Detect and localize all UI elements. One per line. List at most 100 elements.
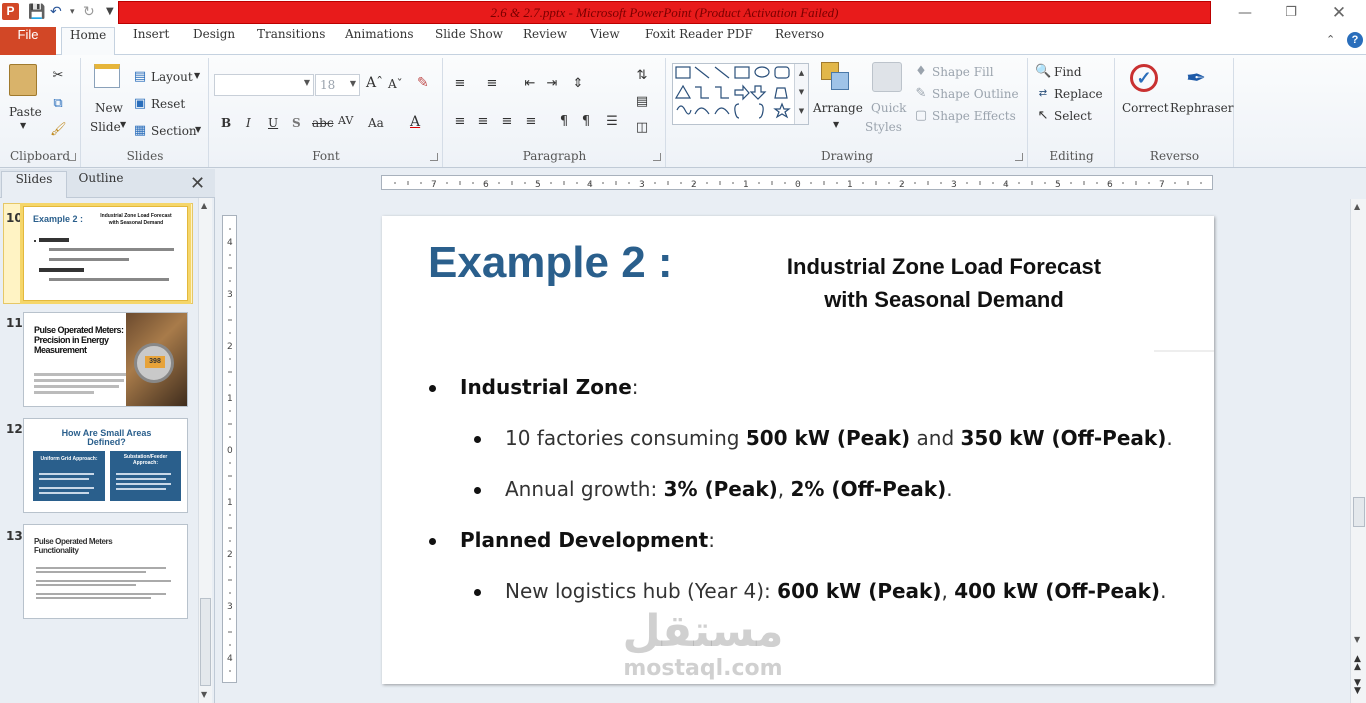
layout-icon[interactable]: ▤: [132, 69, 148, 85]
undo-dropdown-icon[interactable]: ▾: [70, 4, 75, 20]
format-painter-icon[interactable]: 🖌: [50, 122, 67, 138]
tab-animations[interactable]: Animations: [337, 27, 422, 55]
columns-icon[interactable]: ☰: [604, 114, 620, 130]
reset-button[interactable]: Reset: [151, 97, 185, 111]
arrange-dropdown-icon[interactable]: ▼: [833, 120, 839, 129]
minimize-ribbon-icon[interactable]: ⌃: [1326, 33, 1335, 46]
undo-icon[interactable]: ↶: [50, 4, 62, 20]
bullet-logistics-hub[interactable]: New logistics hub (Year 4): 600 kW (Peak…: [505, 579, 1166, 603]
shape-outline-button[interactable]: Shape Outline: [932, 87, 1019, 101]
quick-styles-label-2[interactable]: Styles: [865, 120, 902, 134]
arrange-icon[interactable]: [821, 62, 851, 92]
paste-dropdown-icon[interactable]: ▼: [20, 121, 26, 130]
select-button[interactable]: Select: [1054, 109, 1092, 123]
slide-thumbnail-12[interactable]: How Are Small Areas Defined? Uniform Gri…: [23, 418, 188, 513]
customize-qat-icon[interactable]: ▼: [106, 4, 114, 20]
increase-indent-icon[interactable]: ⇥: [544, 76, 560, 92]
underline-button[interactable]: U: [268, 116, 278, 130]
scroll-down-icon[interactable]: ▼: [1354, 635, 1360, 644]
quick-styles-icon[interactable]: [872, 62, 902, 92]
shrink-font-icon[interactable]: Aˇ: [388, 77, 403, 91]
close-icon[interactable]: ✕: [1316, 2, 1362, 24]
shape-effects-icon[interactable]: ▢: [913, 108, 929, 124]
justify-icon[interactable]: ≡: [523, 114, 539, 130]
scroll-up-icon[interactable]: ▲: [201, 201, 207, 210]
tab-insert[interactable]: Insert: [125, 27, 177, 55]
drawing-launcher-icon[interactable]: [1015, 153, 1023, 161]
rtl-icon[interactable]: ¶: [578, 114, 594, 130]
replace-icon[interactable]: ⇄: [1035, 86, 1051, 102]
align-left-icon[interactable]: ≡: [452, 114, 468, 130]
grow-font-icon[interactable]: Aˆ: [366, 75, 383, 91]
tab-slides[interactable]: Slides: [1, 171, 67, 198]
new-slide-label-2[interactable]: Slide: [90, 120, 121, 134]
ltr-icon[interactable]: ¶: [556, 114, 572, 130]
rephraser-icon[interactable]: ✒: [1186, 64, 1206, 92]
clear-formatting-icon[interactable]: ✎: [417, 75, 429, 91]
bullet-planned-development[interactable]: Planned Development:: [460, 528, 715, 552]
current-slide[interactable]: Example 2 : Industrial Zone Load Forecas…: [382, 216, 1214, 684]
slides-pane-scroll-thumb[interactable]: [200, 598, 211, 686]
align-text-icon[interactable]: ▤: [634, 94, 650, 110]
section-dropdown-icon[interactable]: ▼: [195, 125, 201, 134]
align-center-icon[interactable]: ≡: [475, 114, 491, 130]
horizontal-ruler[interactable]: 7 6 5 4 3 2 1 0 1 2 3 4 5 6 7: [381, 175, 1213, 190]
slide-thumbnail-11[interactable]: Pulse Operated Meters: Precision in Ener…: [23, 312, 188, 407]
scroll-up-icon[interactable]: ▲: [1354, 202, 1360, 211]
smartart-icon[interactable]: ◫: [634, 120, 650, 136]
bold-button[interactable]: B: [221, 116, 231, 130]
italic-button[interactable]: I: [246, 116, 251, 130]
character-spacing-button[interactable]: AV: [338, 114, 353, 127]
close-pane-icon[interactable]: ✕: [190, 173, 205, 194]
new-slide-dropdown-icon[interactable]: ▼: [120, 120, 126, 129]
slide-thumbnail-10[interactable]: Example 2 : Industrial Zone Load Forecas…: [20, 203, 191, 304]
decrease-indent-icon[interactable]: ⇤: [522, 76, 538, 92]
tab-review[interactable]: Review: [515, 27, 575, 55]
shapes-gallery[interactable]: ▲ ▼ ▼: [672, 63, 809, 125]
find-icon[interactable]: 🔍: [1035, 64, 1051, 80]
arrange-button[interactable]: Arrange: [813, 101, 863, 115]
tab-design[interactable]: Design: [185, 27, 243, 55]
bullet-factories[interactable]: 10 factories consuming 500 kW (Peak) and…: [505, 426, 1173, 450]
previous-slide-icon[interactable]: ▲ ▲: [1354, 655, 1361, 672]
font-name-combo[interactable]: ▼: [214, 74, 314, 96]
clipboard-launcher-icon[interactable]: [68, 153, 76, 161]
scroll-down-icon[interactable]: ▼: [201, 690, 207, 699]
change-case-button[interactable]: Aa: [368, 116, 384, 130]
tab-reverso[interactable]: Reverso: [767, 27, 832, 55]
shape-effects-button[interactable]: Shape Effects: [932, 109, 1016, 123]
tab-home[interactable]: Home: [61, 27, 116, 56]
shadow-button[interactable]: S: [292, 116, 301, 130]
help-icon[interactable]: ?: [1347, 32, 1363, 48]
paragraph-launcher-icon[interactable]: [653, 153, 661, 161]
slide-title[interactable]: Example 2 :: [428, 238, 673, 288]
tab-view[interactable]: View: [582, 27, 628, 55]
shapes-gallery-scroll[interactable]: ▲ ▼ ▼: [794, 64, 808, 124]
shape-fill-icon[interactable]: ♦: [913, 64, 929, 80]
numbering-icon[interactable]: ≡: [484, 76, 500, 92]
slides-pane-scrollbar[interactable]: ▲ ▼: [198, 198, 212, 703]
slide-thumbnail-13[interactable]: Pulse Operated Meters Functionality: [23, 524, 188, 619]
tab-transitions[interactable]: Transitions: [249, 27, 333, 55]
minimize-icon[interactable]: —: [1222, 2, 1268, 24]
maximize-icon[interactable]: ❐: [1268, 2, 1314, 24]
quick-styles-label[interactable]: Quick: [871, 101, 906, 115]
next-slide-icon[interactable]: ▼ ▼: [1354, 679, 1361, 696]
font-size-combo[interactable]: 18 ▼: [315, 74, 360, 96]
font-launcher-icon[interactable]: [430, 153, 438, 161]
tab-outline[interactable]: Outline: [68, 171, 134, 198]
correct-button[interactable]: Correct: [1122, 101, 1169, 115]
tab-file[interactable]: File: [0, 27, 56, 55]
text-direction-icon[interactable]: ⇅: [634, 68, 650, 84]
shape-outline-icon[interactable]: ✎: [913, 86, 929, 102]
new-slide-label[interactable]: New: [95, 101, 123, 115]
font-color-button[interactable]: A: [410, 114, 420, 130]
tab-slide-show[interactable]: Slide Show: [427, 27, 511, 55]
line-spacing-icon[interactable]: ⇕: [570, 76, 586, 92]
copy-icon[interactable]: ⧉: [50, 96, 66, 112]
new-slide-icon[interactable]: [94, 64, 120, 88]
shape-fill-button[interactable]: Shape Fill: [932, 65, 994, 79]
tab-foxit-reader-pdf[interactable]: Foxit Reader PDF: [637, 27, 761, 55]
slide-subtitle[interactable]: Industrial Zone Load Forecast with Seaso…: [762, 250, 1126, 316]
strikethrough-button[interactable]: abc: [312, 116, 334, 130]
